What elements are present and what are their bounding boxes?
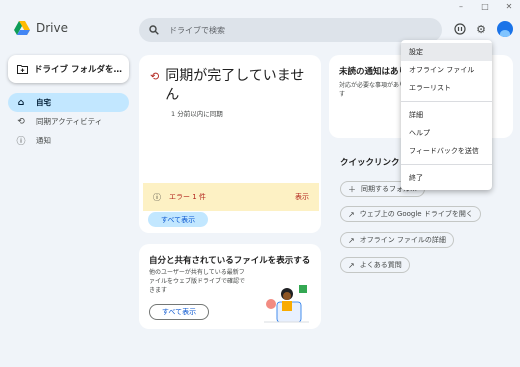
search-input[interactable]: ドライブで検索 — [169, 25, 225, 36]
pause-sync-icon[interactable] — [453, 22, 467, 36]
menu-item-quit[interactable]: 終了 — [401, 169, 492, 187]
menu-divider — [401, 101, 492, 102]
sidebar-item-label: 通知 — [36, 136, 51, 145]
shared-description: 他のユーザーが共有している最新ファイルをウェブ版ドライブで確認できます — [149, 269, 246, 294]
sidebar-item-home[interactable]: ⌂ 自宅 — [8, 93, 129, 112]
show-all-shared-button[interactable]: すべて表示 — [149, 304, 209, 320]
home-icon: ⌂ — [17, 97, 25, 108]
sidebar-item-label: 自宅 — [36, 98, 51, 107]
minimize-icon[interactable]: – — [456, 2, 466, 11]
error-banner: ⓘ エラー 1 件 表示 — [143, 183, 319, 211]
menu-item-details[interactable]: 詳細 — [401, 106, 492, 124]
app-name: Drive — [36, 21, 68, 35]
menu-item-settings[interactable]: 設定 — [401, 43, 492, 61]
sync-icon: ⟲ — [17, 116, 25, 127]
quick-links-title: クイックリンク — [340, 158, 400, 168]
new-button-label: ドライブ フォルダを… — [34, 65, 122, 75]
info-icon: ⓘ — [16, 137, 26, 147]
search-bar[interactable]: ドライブで検索 — [139, 18, 442, 42]
menu-item-offline-files[interactable]: オフライン ファイル — [401, 61, 492, 79]
sidebar-item-notifications[interactable]: ⓘ 通知 — [8, 131, 129, 150]
chip-label: よくある質問 — [359, 261, 402, 269]
quick-link-faq[interactable]: ↗ よくある質問 — [340, 257, 410, 273]
sync-subtitle: 1 分前以内に同期 — [171, 110, 223, 118]
open-external-icon: ↗ — [348, 260, 355, 270]
drive-logo-icon — [14, 21, 30, 35]
quick-link-open-web-drive[interactable]: ↗ ウェブ上の Google ドライブを開く — [340, 206, 481, 222]
sidebar-item-sync-activity[interactable]: ⟲ 同期アクティビティ — [8, 112, 129, 131]
search-icon — [149, 25, 159, 35]
sidebar-item-label: 同期アクティビティ — [36, 117, 103, 126]
window-controls: – □ ✕ — [456, 0, 514, 12]
app-logo: Drive — [14, 21, 68, 35]
chip-label: ウェブ上の Google ドライブを開く — [359, 210, 473, 218]
sidebar-nav: ⌂ 自宅 ⟲ 同期アクティビティ ⓘ 通知 — [8, 93, 129, 150]
shared-files-illustration — [264, 285, 309, 323]
sync-status-card: ⟲ 同期が完了していません 1 分前以内に同期 ⓘ エラー 1 件 表示 すべて… — [139, 55, 321, 233]
info-icon: ⓘ — [153, 192, 161, 202]
quick-link-offline-details[interactable]: ↗ オフライン ファイルの詳細 — [340, 232, 454, 248]
menu-item-error-list[interactable]: エラーリスト — [401, 79, 492, 97]
sync-title-row: ⟲ 同期が完了していません — [150, 67, 315, 105]
gear-icon[interactable]: ⚙ — [474, 22, 488, 36]
notifications-title: 未読の通知はあり — [339, 67, 408, 77]
menu-item-help[interactable]: ヘルプ — [401, 124, 492, 142]
open-external-icon: ↗ — [348, 209, 355, 219]
close-icon[interactable]: ✕ — [504, 2, 514, 11]
chip-label: オフライン ファイルの詳細 — [359, 236, 446, 244]
shared-files-card: 自分と共有されているファイルを表示する 他のユーザーが共有している最新ファイルを… — [139, 244, 321, 329]
maximize-icon[interactable]: □ — [480, 2, 490, 11]
sync-title: 同期が完了していません — [165, 68, 305, 103]
menu-item-send-feedback[interactable]: フィードバックを送信 — [401, 142, 492, 160]
shared-title: 自分と共有されているファイルを表示する — [149, 256, 311, 266]
new-drive-folder-button[interactable]: ドライブ フォルダを… — [8, 55, 129, 83]
open-external-icon: ↗ — [348, 235, 355, 245]
error-count: エラー 1 件 — [169, 193, 206, 201]
avatar[interactable] — [497, 21, 513, 37]
show-errors-link[interactable]: 表示 — [295, 192, 309, 202]
sync-error-icon: ⟲ — [150, 70, 160, 83]
plus-icon: ＋ — [348, 184, 356, 194]
settings-menu: 設定 オフライン ファイル エラーリスト 詳細 ヘルプ フィードバックを送信 終… — [401, 40, 492, 190]
notifications-description: 対応が必要な事項がありす — [339, 82, 406, 98]
menu-divider — [401, 164, 492, 165]
show-all-button[interactable]: すべて表示 — [148, 212, 208, 227]
folder-add-icon — [17, 65, 28, 74]
